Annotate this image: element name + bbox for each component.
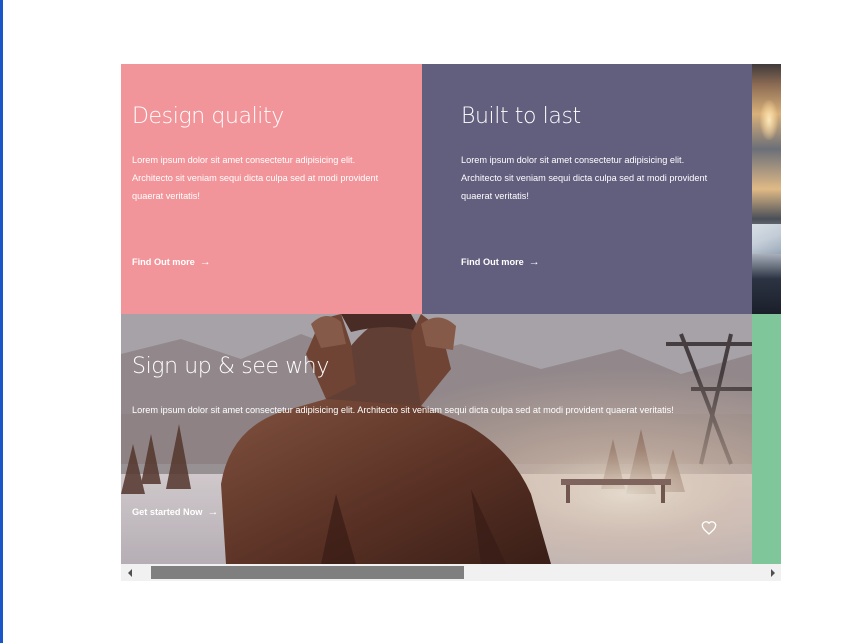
- horizontal-scrollbar[interactable]: [121, 564, 781, 581]
- tile-title: Sign up & see why: [132, 354, 329, 379]
- tile-description: Lorem ipsum dolor sit amet consectetur a…: [132, 405, 674, 415]
- tile-design-quality: Design quality Lorem ipsum dolor sit ame…: [121, 64, 422, 314]
- sun-reflection: [760, 100, 778, 140]
- scrollbar-thumb[interactable]: [151, 566, 464, 579]
- scroll-right-arrow-icon[interactable]: [764, 564, 781, 581]
- tile-title: Design quality: [132, 104, 284, 129]
- tile-description: Lorem ipsum dolor sit amet consectetur a…: [461, 155, 708, 201]
- green-accent-tile: [752, 314, 781, 564]
- arrow-right-icon: →: [528, 256, 540, 268]
- tile-sign-up: Sign up & see why Lorem ipsum dolor sit …: [121, 314, 752, 564]
- get-started-link[interactable]: Get started Now →: [132, 506, 218, 518]
- find-out-more-link[interactable]: Find Out more →: [461, 256, 540, 268]
- link-label: Find Out more: [461, 257, 524, 267]
- heart-icon[interactable]: [701, 520, 717, 536]
- tile-grid[interactable]: Design quality Lorem ipsum dolor sit ame…: [121, 64, 781, 564]
- lake-photo-tile: [752, 64, 781, 314]
- scroll-left-arrow-icon[interactable]: [121, 564, 138, 581]
- tile-built-to-last: Built to last Lorem ipsum dolor sit amet…: [422, 64, 752, 314]
- link-label: Find Out more: [132, 257, 195, 267]
- arrow-right-icon: →: [207, 506, 219, 518]
- ice-patch: [752, 224, 781, 254]
- tile-description: Lorem ipsum dolor sit amet consectetur a…: [132, 155, 379, 201]
- window-left-edge: [0, 0, 3, 643]
- link-label: Get started Now: [132, 507, 203, 517]
- find-out-more-link[interactable]: Find Out more →: [132, 256, 211, 268]
- hero-photo: [121, 314, 752, 564]
- tile-title: Built to last: [461, 104, 581, 129]
- arrow-right-icon: →: [199, 256, 211, 268]
